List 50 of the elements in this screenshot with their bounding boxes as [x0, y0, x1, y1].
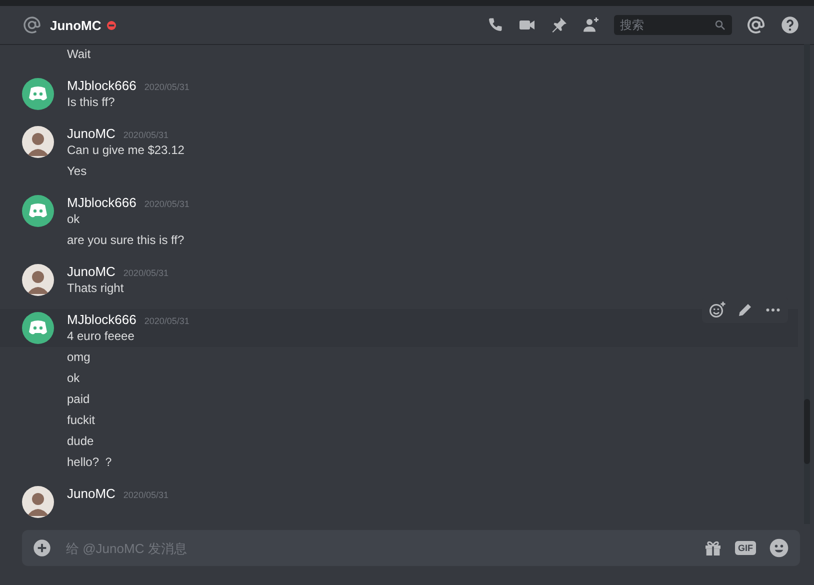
message-text: omg: [66, 349, 92, 366]
controller-face-icon: [28, 86, 48, 102]
at-sign-icon: [22, 15, 42, 35]
timestamp: 2020/05/31: [144, 82, 190, 92]
message-text: fuckit: [66, 412, 96, 429]
timestamp: 2020/05/31: [123, 130, 168, 140]
author-name[interactable]: MJblock666: [67, 78, 136, 93]
message-text: Can u give me $23.12: [67, 142, 184, 159]
avatar[interactable]: [22, 78, 54, 110]
author-name[interactable]: MJblock666: [67, 312, 136, 327]
author-name[interactable]: JunoMC: [67, 126, 116, 141]
add-icon[interactable]: [32, 538, 52, 558]
channel-title: JunoMC: [50, 18, 102, 32]
gif-button[interactable]: GIF: [735, 541, 756, 555]
message-text: Yes: [66, 163, 88, 180]
search-icon: [714, 19, 726, 31]
smiley-icon[interactable]: [768, 537, 790, 559]
timestamp: 2020/05/31: [123, 490, 168, 500]
phone-icon[interactable]: [486, 16, 504, 34]
author-name[interactable]: JunoMC: [67, 264, 116, 279]
avatar[interactable]: [22, 486, 54, 518]
avatar[interactable]: [22, 264, 54, 296]
message-text: Thats right: [67, 280, 125, 297]
scrollbar[interactable]: [804, 44, 810, 524]
avatar[interactable]: [22, 195, 54, 227]
mention-icon[interactable]: [746, 15, 766, 35]
message-text: ok: [67, 211, 81, 228]
controller-face-icon: [28, 203, 48, 219]
message-text: Wait: [66, 46, 92, 63]
avatar[interactable]: [22, 126, 54, 158]
add-reaction-icon[interactable]: [708, 301, 726, 319]
message-text: dude: [66, 433, 95, 450]
message-text: paid: [66, 391, 91, 408]
timestamp: 2020/05/31: [144, 316, 190, 326]
avatar[interactable]: [22, 312, 54, 344]
controller-face-icon: [28, 320, 48, 336]
message-text: ok: [66, 370, 81, 387]
message-text: are you sure this is ff?: [66, 232, 186, 249]
add-friend-icon[interactable]: [582, 16, 600, 34]
message-text: hello? ？: [66, 454, 116, 471]
help-icon[interactable]: [780, 15, 800, 35]
timestamp: 2020/05/31: [144, 199, 190, 209]
search-field[interactable]: 搜索: [614, 15, 732, 35]
message-text: Is this ff?: [67, 94, 116, 111]
author-name[interactable]: JunoMC: [67, 486, 116, 501]
pencil-icon[interactable]: [736, 301, 754, 319]
pin-icon[interactable]: [550, 16, 568, 34]
timestamp: 2020/05/31: [123, 268, 168, 278]
message-text: 4 euro feeee: [67, 328, 136, 345]
author-name[interactable]: MJblock666: [67, 195, 136, 210]
